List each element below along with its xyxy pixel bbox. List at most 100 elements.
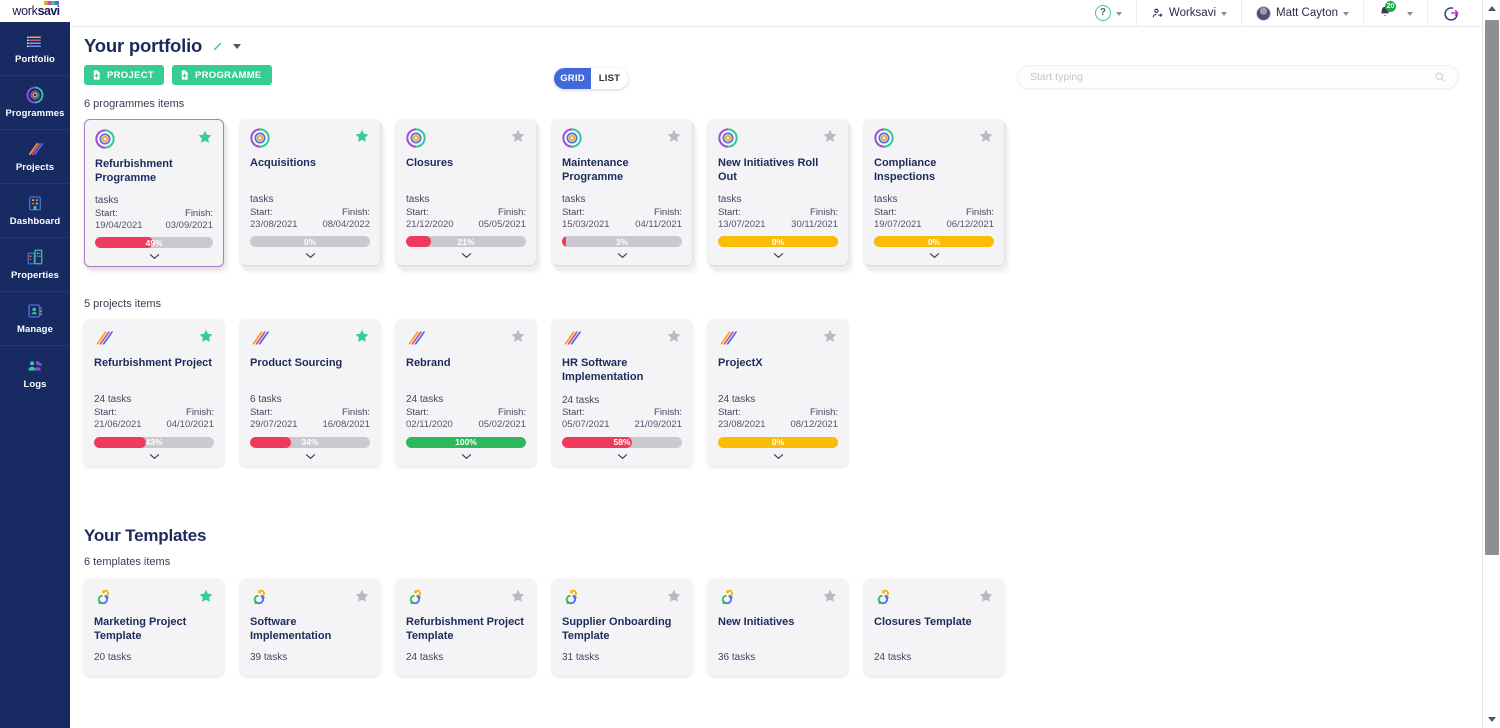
star-icon[interactable] [822, 128, 838, 144]
star-icon[interactable] [198, 328, 214, 344]
star-icon[interactable] [198, 588, 214, 604]
card-expand-toggle[interactable] [406, 247, 526, 259]
card-expand-toggle[interactable] [718, 247, 838, 259]
programme-card[interactable]: Refurbishment Programme tasks Start: Fin… [84, 119, 224, 268]
card-expand-toggle[interactable] [406, 448, 526, 460]
progress-bar: 0% [250, 236, 370, 248]
star-icon[interactable] [822, 328, 838, 344]
template-card[interactable]: Refurbishment Project Template 24 tasks [396, 578, 536, 677]
start-date: 21/06/2021 [94, 419, 142, 431]
pencil-icon[interactable] [211, 40, 224, 53]
star-icon[interactable] [354, 588, 370, 604]
template-card-slot: Supplier Onboarding Template 31 tasks [552, 578, 692, 677]
star-icon[interactable] [354, 328, 370, 344]
logo-savi-text: savi [37, 4, 61, 18]
page-scrollbar[interactable] [1482, 0, 1500, 728]
create-project-button[interactable]: PROJECT [84, 65, 164, 85]
finish-date: 06/12/2021 [946, 219, 994, 230]
template-card[interactable]: Closures Template 24 tasks [864, 578, 1004, 677]
notifications-menu[interactable]: 20 [1364, 0, 1428, 27]
logo-work-text: work [12, 4, 38, 18]
star-icon[interactable] [666, 328, 682, 344]
start-date: 13/07/2021 [718, 219, 766, 230]
sidebar-item-projects[interactable]: Projects [0, 130, 70, 184]
sidebar-item-portfolio[interactable]: Portfolio [0, 22, 70, 76]
star-icon[interactable] [666, 588, 682, 604]
template-card[interactable]: New Initiatives 36 tasks [708, 578, 848, 677]
project-card[interactable]: Refurbishment Project 24 tasks Start: Fi… [84, 319, 224, 466]
card-expand-toggle[interactable] [718, 448, 838, 460]
programme-card[interactable]: Compliance Inspections tasks Start: Fini… [864, 119, 1004, 266]
programme-card[interactable]: Closures tasks Start: Finish: 21/12/2020… [396, 119, 536, 266]
card-expand-toggle[interactable] [95, 248, 213, 260]
start-label: Start: [562, 407, 585, 418]
workflow-nodes-icon [721, 589, 733, 604]
scroll-up-arrow[interactable] [1483, 0, 1500, 17]
card-expand-toggle[interactable] [874, 247, 994, 259]
template-card-slot: Refurbishment Project Template 24 tasks [396, 578, 536, 677]
card-date-values: 15/03/2021 04/11/2021 [562, 219, 682, 231]
card-expand-toggle[interactable] [562, 247, 682, 259]
template-card[interactable]: Software Implementation 39 tasks [240, 578, 380, 677]
card-header [250, 128, 370, 148]
view-toggle: GRID LIST [554, 68, 628, 89]
card-date-values: 19/04/2021 03/09/2021 [95, 220, 213, 232]
star-icon[interactable] [354, 128, 370, 144]
project-card[interactable]: ProjectX 24 tasks Start: Finish: 23/08/2… [708, 319, 848, 466]
card-date-labels: Start: Finish: [562, 207, 682, 219]
template-card[interactable]: Marketing Project Template 20 tasks [84, 578, 224, 677]
card-expand-toggle[interactable] [250, 247, 370, 259]
user-menu[interactable]: Matt Cayton [1242, 0, 1364, 27]
progress-bar: 3% [562, 236, 682, 248]
card-expand-toggle[interactable] [562, 448, 682, 460]
star-icon[interactable] [510, 128, 526, 144]
create-programme-button[interactable]: PROGRAMME [171, 65, 272, 85]
view-toggle-grid[interactable]: GRID [554, 68, 591, 89]
project-card[interactable]: Product Sourcing 6 tasks Start: Finish: … [240, 319, 380, 466]
programme-card[interactable]: Acquisitions tasks Start: Finish: 23/08/… [240, 119, 380, 266]
progress-bar: 43% [94, 436, 214, 448]
star-icon[interactable] [197, 129, 213, 145]
sidebar-item-logs[interactable]: Logs [0, 346, 70, 400]
card-date-values: 13/07/2021 30/11/2021 [718, 219, 838, 231]
programme-card[interactable]: New Initiatives Roll Out tasks Start: Fi… [708, 119, 848, 266]
chevron-down-icon[interactable] [233, 43, 242, 49]
sidebar-item-programmes[interactable]: Programmes [0, 76, 70, 130]
logout-button[interactable] [1428, 0, 1474, 27]
app-logo[interactable]: worksavi [0, 0, 72, 22]
scroll-down-arrow[interactable] [1483, 711, 1500, 728]
card-title: Refurbishment Project [94, 357, 212, 370]
org-switcher[interactable]: Worksavi [1137, 0, 1242, 27]
star-icon[interactable] [510, 588, 526, 604]
search-box[interactable] [1017, 65, 1459, 89]
card-expand-toggle[interactable] [250, 448, 370, 460]
card-date-labels: Start: Finish: [94, 407, 214, 419]
scrollbar-thumb[interactable] [1485, 20, 1499, 555]
card-date-labels: Start: Finish: [406, 407, 526, 419]
sidebar-item-manage[interactable]: Manage [0, 292, 70, 346]
page-title: Your portfolio [84, 35, 203, 56]
star-icon[interactable] [666, 128, 682, 144]
star-icon[interactable] [978, 588, 994, 604]
chevron-down-icon [1343, 11, 1349, 16]
start-label: Start: [94, 406, 117, 418]
sidebar-item-dashboard[interactable]: Dashboard [0, 184, 70, 238]
template-card[interactable]: Supplier Onboarding Template 31 tasks [552, 578, 692, 677]
start-label: Start: [562, 206, 585, 218]
project-card[interactable]: HR Software Implementation 24 tasks Star… [552, 319, 692, 466]
project-card[interactable]: Rebrand 24 tasks Start: Finish: 02/11/20… [396, 319, 536, 466]
card-expand-toggle[interactable] [94, 448, 214, 460]
star-icon[interactable] [822, 588, 838, 604]
finish-date: 04/11/2021 [635, 219, 682, 230]
search-input[interactable] [1030, 71, 1434, 83]
sidebar-item-properties[interactable]: Properties [0, 238, 70, 292]
star-icon[interactable] [978, 128, 994, 144]
search-icon[interactable] [1434, 71, 1446, 83]
card-header [874, 588, 994, 608]
star-icon[interactable] [510, 328, 526, 344]
help-menu[interactable]: ? [1081, 0, 1137, 27]
card-task-count: tasks [95, 195, 119, 207]
programme-card[interactable]: Maintenance Programme tasks Start: Finis… [552, 119, 692, 266]
card-task-count: 39 tasks [250, 651, 288, 663]
view-toggle-list[interactable]: LIST [591, 68, 628, 89]
